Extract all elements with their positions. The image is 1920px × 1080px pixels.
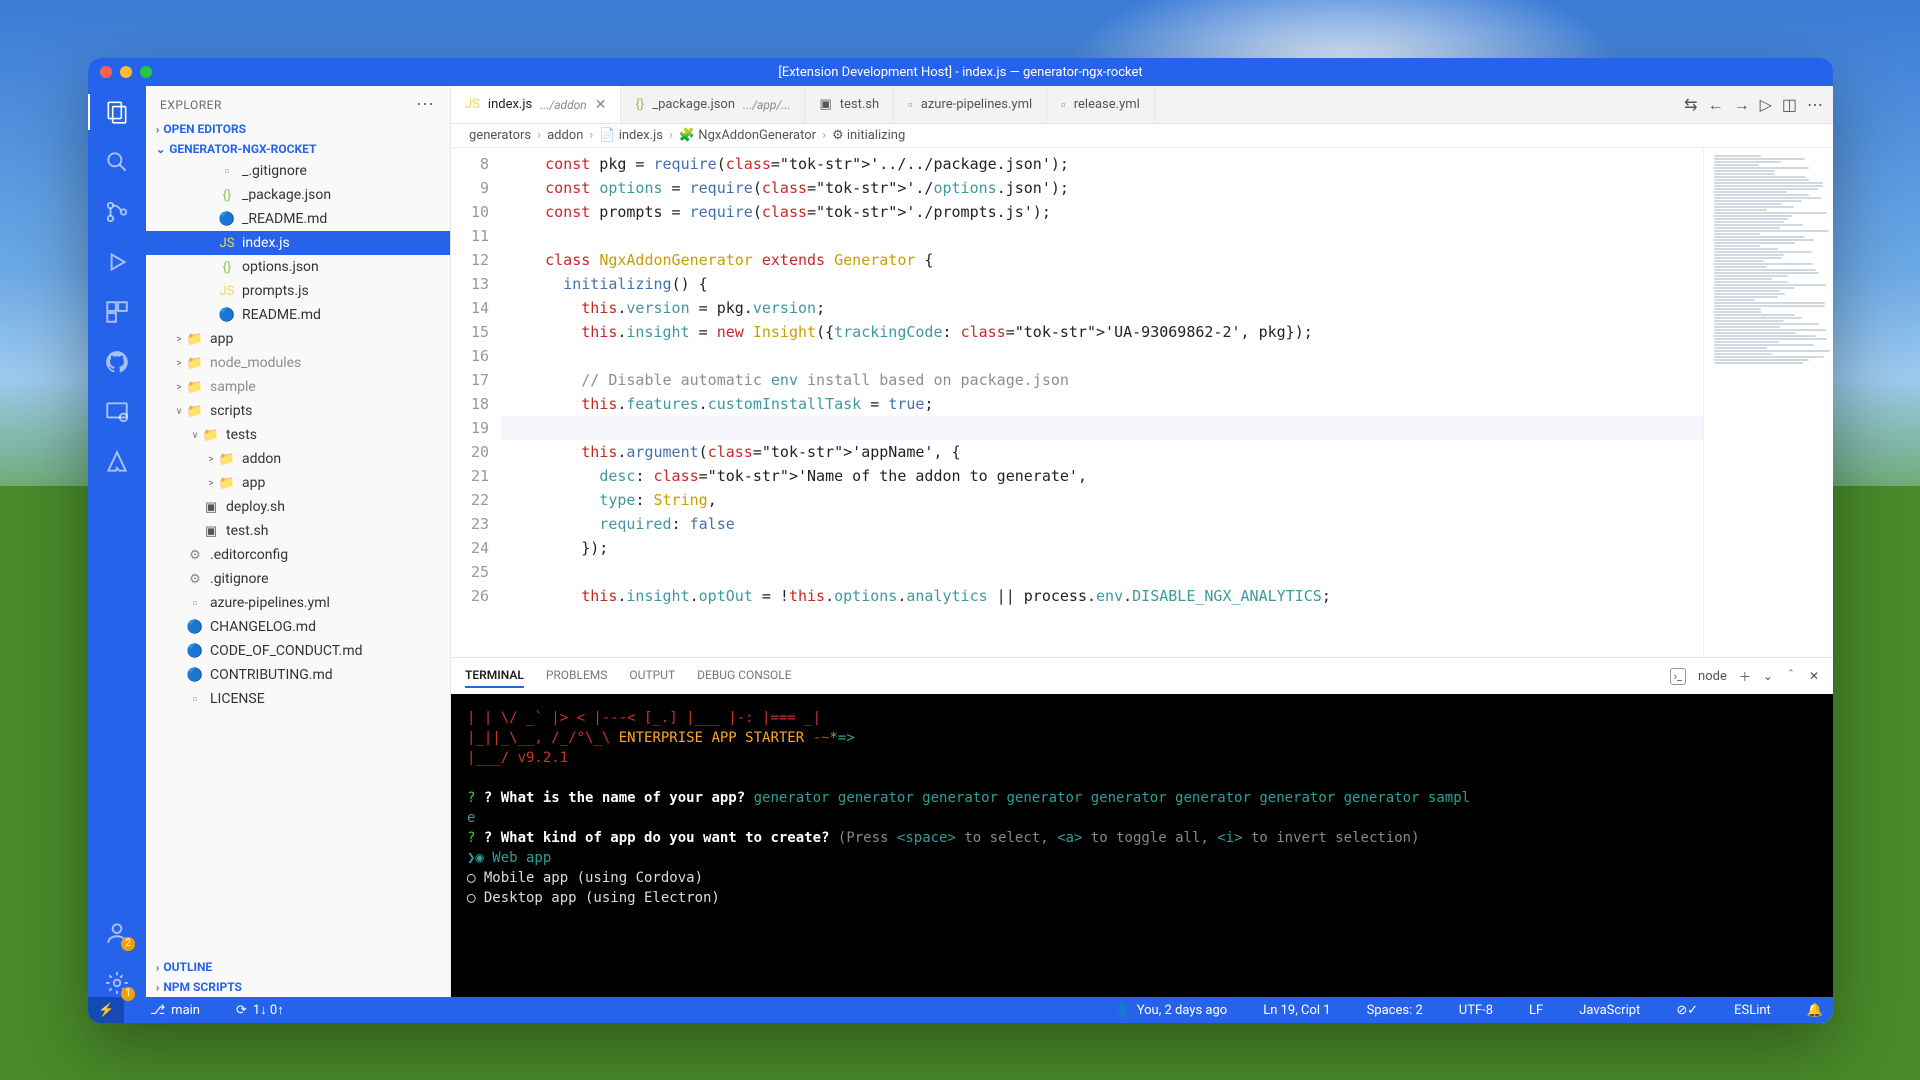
tree-item[interactable]: ▫azure-pipelines.yml bbox=[146, 591, 450, 615]
bottom-panel: TERMINAL PROBLEMS OUTPUT DEBUG CONSOLE ›_ n… bbox=[451, 657, 1833, 997]
window-title: [Extension Development Host] - index.js … bbox=[88, 65, 1833, 80]
git-sync[interactable]: ⟳1↓ 0↑ bbox=[226, 1002, 294, 1018]
tree-item[interactable]: >📁node_modules bbox=[146, 351, 450, 375]
more-actions-icon[interactable]: ⋯ bbox=[1807, 95, 1823, 114]
vscode-window: [Extension Development Host] - index.js … bbox=[88, 58, 1833, 1023]
tree-item[interactable]: >📁sample bbox=[146, 375, 450, 399]
editor-area: JSindex.js.../addon✕{}_package.json.../a… bbox=[451, 86, 1833, 997]
titlebar: [Extension Development Host] - index.js … bbox=[88, 58, 1833, 86]
settings-activity-icon[interactable]: 1 bbox=[103, 969, 131, 997]
tree-item[interactable]: ▫LICENSE bbox=[146, 687, 450, 711]
panel-tab[interactable]: DEBUG CONSOLE bbox=[697, 664, 791, 688]
minimap[interactable] bbox=[1703, 148, 1833, 657]
editor-tab-actions: ⇆ ← → ▷ ◫ ⋯ bbox=[1674, 86, 1833, 123]
tree-item[interactable]: ▣deploy.sh bbox=[146, 495, 450, 519]
line-gutter: 891011121314151617181920212223242526 bbox=[451, 148, 501, 657]
compare-changes-icon[interactable]: ⇆ bbox=[1684, 95, 1697, 114]
breadcrumb-item[interactable]: generators bbox=[469, 128, 531, 143]
git-branch[interactable]: ⎇main bbox=[140, 1003, 210, 1018]
eol[interactable]: LF bbox=[1519, 1003, 1553, 1018]
panel-tab[interactable]: OUTPUT bbox=[629, 664, 675, 688]
tree-item[interactable]: 🔵CHANGELOG.md bbox=[146, 615, 450, 639]
notifications-icon[interactable]: 🔔 bbox=[1797, 1003, 1833, 1018]
tree-item[interactable]: {}options.json bbox=[146, 255, 450, 279]
tree-item[interactable]: v📁tests bbox=[146, 423, 450, 447]
explorer-activity-icon[interactable] bbox=[103, 98, 131, 126]
tree-item[interactable]: ▣test.sh bbox=[146, 519, 450, 543]
terminal-content[interactable]: | | \/ _` |> < |---< [_.] |___ |-: |=== … bbox=[451, 694, 1833, 997]
tree-item[interactable]: 🔵_README.md bbox=[146, 207, 450, 231]
eslint-status[interactable]: ESLint bbox=[1724, 1003, 1781, 1018]
outline-section[interactable]: ›OUTLINE bbox=[146, 957, 450, 977]
open-editors-section[interactable]: ›OPEN EDITORS bbox=[146, 119, 450, 139]
tree-item[interactable]: >📁addon bbox=[146, 447, 450, 471]
tree-item[interactable]: {}_package.json bbox=[146, 183, 450, 207]
editor-tab[interactable]: {}_package.json.../app/... bbox=[621, 86, 805, 123]
go-back-icon[interactable]: ← bbox=[1708, 95, 1724, 115]
editor-tab[interactable]: ▫release.yml bbox=[1047, 86, 1155, 123]
project-section[interactable]: ⌄GENERATOR-NGX-ROCKET bbox=[146, 139, 450, 159]
status-bar: ⚡ ⎇main ⟳1↓ 0↑ 👤You, 2 days ago Ln 19, C… bbox=[88, 997, 1833, 1023]
file-tree[interactable]: ▫_.gitignore{}_package.json🔵_README.mdJS… bbox=[146, 159, 450, 957]
search-activity-icon[interactable] bbox=[103, 148, 131, 176]
run-debug-activity-icon[interactable] bbox=[103, 248, 131, 276]
terminal-shell-label[interactable]: node bbox=[1698, 669, 1727, 684]
explorer-more-icon[interactable]: ⋯ bbox=[416, 94, 436, 115]
breadcrumb-item[interactable]: ⚙ initializing bbox=[832, 128, 905, 143]
remote-indicator[interactable]: ⚡ bbox=[88, 997, 124, 1023]
tree-item[interactable]: 🔵CONTRIBUTING.md bbox=[146, 663, 450, 687]
breadcrumb[interactable]: generators›addon›📄 index.js›🧩 NgxAddonGe… bbox=[451, 124, 1833, 148]
panel-tab[interactable]: PROBLEMS bbox=[546, 664, 608, 688]
editor-tab[interactable]: ▫azure-pipelines.yml bbox=[894, 86, 1047, 123]
breadcrumb-item[interactable]: addon bbox=[547, 128, 583, 143]
tree-item[interactable]: v📁scripts bbox=[146, 399, 450, 423]
split-editor-icon[interactable]: ◫ bbox=[1782, 95, 1797, 114]
cursor-position[interactable]: Ln 19, Col 1 bbox=[1253, 1003, 1340, 1018]
accounts-activity-icon[interactable]: 2 bbox=[103, 919, 131, 947]
maximize-panel-icon[interactable]: ＾ bbox=[1785, 668, 1797, 685]
breadcrumb-item[interactable]: 🧩 NgxAddonGenerator bbox=[679, 128, 816, 143]
breadcrumb-item[interactable]: 📄 index.js bbox=[599, 128, 663, 143]
tree-item[interactable]: >📁app bbox=[146, 471, 450, 495]
npm-scripts-section[interactable]: ›NPM SCRIPTS bbox=[146, 977, 450, 997]
editor-tab[interactable]: ▣test.sh bbox=[805, 86, 894, 123]
indentation[interactable]: Spaces: 2 bbox=[1357, 1003, 1433, 1018]
github-activity-icon[interactable] bbox=[103, 348, 131, 376]
run-icon[interactable]: ▷ bbox=[1760, 95, 1772, 114]
panel-tabs: TERMINAL PROBLEMS OUTPUT DEBUG CONSOLE ›_ n… bbox=[451, 658, 1833, 694]
editor-tabs: JSindex.js.../addon✕{}_package.json.../a… bbox=[451, 86, 1833, 124]
tree-item[interactable]: JSprompts.js bbox=[146, 279, 450, 303]
tree-item[interactable]: JSindex.js bbox=[146, 231, 450, 255]
azure-activity-icon[interactable] bbox=[103, 448, 131, 476]
close-window-icon[interactable] bbox=[100, 66, 112, 78]
code-editor[interactable]: 891011121314151617181920212223242526 con… bbox=[451, 148, 1833, 657]
explorer-header: EXPLORER ⋯ bbox=[146, 86, 450, 119]
close-tab-icon[interactable]: ✕ bbox=[595, 97, 607, 113]
source-control-activity-icon[interactable] bbox=[103, 198, 131, 226]
git-blame[interactable]: 👤You, 2 days ago bbox=[1105, 1003, 1238, 1018]
maximize-window-icon[interactable] bbox=[140, 66, 152, 78]
tree-item[interactable]: 🔵README.md bbox=[146, 303, 450, 327]
remote-activity-icon[interactable] bbox=[103, 398, 131, 426]
tree-item[interactable]: ▫_.gitignore bbox=[146, 159, 450, 183]
new-terminal-icon[interactable]: ＋ bbox=[1739, 668, 1751, 685]
go-forward-icon[interactable]: → bbox=[1734, 95, 1750, 115]
minimize-window-icon[interactable] bbox=[120, 66, 132, 78]
terminal-shell-picker[interactable]: ›_ bbox=[1670, 668, 1686, 685]
tree-item[interactable]: >📁app bbox=[146, 327, 450, 351]
encoding[interactable]: UTF-8 bbox=[1449, 1003, 1503, 1018]
activity-bar: 2 1 bbox=[88, 86, 146, 997]
extensions-activity-icon[interactable] bbox=[103, 298, 131, 326]
traffic-lights bbox=[100, 66, 152, 78]
tree-item[interactable]: ⚙.editorconfig bbox=[146, 543, 450, 567]
terminal-dropdown-icon[interactable]: ⌄ bbox=[1763, 669, 1773, 683]
editor-tab[interactable]: JSindex.js.../addon✕ bbox=[451, 86, 621, 123]
tree-item[interactable]: ⚙.gitignore bbox=[146, 567, 450, 591]
explorer-sidebar: EXPLORER ⋯ ›OPEN EDITORS ⌄GENERATOR-NGX-… bbox=[146, 86, 451, 997]
panel-tab[interactable]: TERMINAL bbox=[465, 664, 524, 688]
language-mode[interactable]: JavaScript bbox=[1569, 1003, 1650, 1018]
prettier-status[interactable]: ⊘✓ bbox=[1666, 1003, 1708, 1018]
tree-item[interactable]: 🔵CODE_OF_CONDUCT.md bbox=[146, 639, 450, 663]
close-panel-icon[interactable]: ✕ bbox=[1809, 669, 1819, 683]
